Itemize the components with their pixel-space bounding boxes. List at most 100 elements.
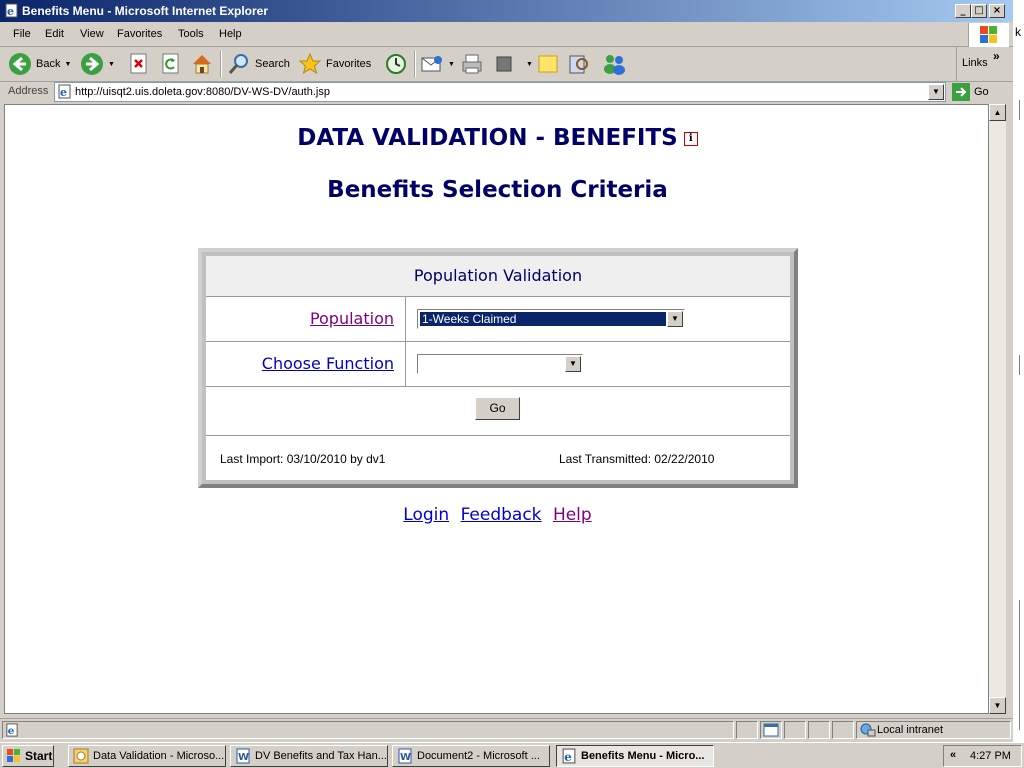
messenger-icon: [604, 55, 625, 75]
background-window-edge: k: [1013, 0, 1024, 742]
mail-dropdown-icon[interactable]: ▼: [448, 61, 455, 68]
address-input[interactable]: e http://uisqt2.uis.doleta.gov:8080/DV-W…: [54, 82, 946, 102]
population-link[interactable]: Population: [310, 309, 394, 328]
forward-dropdown-icon[interactable]: ▼: [108, 61, 115, 68]
minimize-button[interactable]: _: [955, 4, 971, 18]
discuss-button[interactable]: [536, 51, 560, 77]
scroll-up-icon[interactable]: ▲: [989, 104, 1006, 121]
links-label: Links: [962, 57, 988, 69]
menu-view[interactable]: View: [80, 28, 104, 40]
history-icon: [386, 54, 406, 74]
edit-button[interactable]: ▼: [494, 51, 533, 77]
status-text-cell: e: [2, 721, 734, 739]
status-blank-cell: [808, 721, 830, 739]
feedback-link[interactable]: Feedback: [461, 505, 542, 525]
windows-logo-icon: [980, 26, 997, 43]
taskbar-item-document2[interactable]: W Document2 - Microsoft ...: [392, 745, 550, 767]
status-progress-cell: [736, 721, 758, 739]
history-button[interactable]: [384, 51, 408, 77]
back-dropdown-icon[interactable]: ▼: [64, 61, 71, 68]
search-button[interactable]: Search: [227, 51, 290, 77]
status-page-cell: [760, 721, 782, 739]
info-icon[interactable]: i: [683, 131, 698, 146]
forward-button[interactable]: ▼: [80, 51, 115, 77]
title-bar[interactable]: e Benefits Menu - Microsoft Internet Exp…: [0, 0, 1013, 22]
address-label: Address: [8, 85, 49, 97]
population-select[interactable]: 1-Weeks Claimed ▼: [417, 309, 685, 329]
maximize-button[interactable]: □: [971, 4, 987, 18]
menu-tools[interactable]: Tools: [178, 28, 204, 40]
edit-dropdown-icon[interactable]: ▼: [526, 61, 533, 68]
ie-window: e Benefits Menu - Microsoft Internet Exp…: [0, 0, 1013, 742]
taskbar-item-dv-benefits[interactable]: W DV Benefits and Tax Han...: [230, 745, 388, 767]
back-button[interactable]: Back ▼: [8, 51, 71, 77]
search-magnifier-icon: [228, 54, 248, 74]
vertical-scrollbar[interactable]: ▲ ▼: [989, 104, 1006, 714]
help-link[interactable]: Help: [553, 505, 592, 525]
taskbar-item-benefits-menu[interactable]: e Benefits Menu - Micro...: [556, 745, 714, 767]
menu-edit[interactable]: Edit: [45, 28, 64, 40]
go-arrow-icon: [952, 83, 970, 101]
svg-text:e: e: [8, 725, 15, 737]
function-select[interactable]: ▼: [417, 354, 583, 374]
status-blank-cell: [784, 721, 806, 739]
svg-text:W: W: [400, 752, 411, 763]
search-label: Search: [255, 58, 290, 70]
print-button[interactable]: [460, 51, 484, 77]
taskbar-item-label: Data Validation - Microso...: [93, 750, 225, 762]
research-button[interactable]: [567, 51, 591, 77]
mail-button[interactable]: ▼: [420, 51, 455, 77]
status-blank-cell: [832, 721, 854, 739]
word-document-icon: W: [398, 748, 412, 764]
taskbar-item-label: DV Benefits and Tax Han...: [255, 750, 387, 762]
window-title: Benefits Menu - Microsoft Internet Explo…: [22, 4, 269, 18]
system-tray: « 4:27 PM: [943, 745, 1022, 767]
word-document-icon: W: [236, 748, 250, 764]
address-go-button[interactable]: Go: [952, 83, 989, 101]
clock: 4:27 PM: [970, 750, 1011, 762]
status-bar: e Local intranet: [0, 718, 1013, 741]
links-chevron-icon[interactable]: »: [993, 49, 1000, 63]
svg-text:e: e: [7, 5, 14, 18]
population-dropdown-icon[interactable]: ▼: [667, 311, 683, 327]
go-button[interactable]: Go: [475, 397, 520, 420]
taskbar-item-label: Benefits Menu - Micro...: [581, 750, 705, 762]
go-label: Go: [974, 86, 989, 98]
page-title-text: DATA VALIDATION - BENEFITS: [297, 125, 678, 151]
taskbar: Start Data Validation - Microso... W DV …: [0, 742, 1024, 768]
home-button[interactable]: [190, 51, 214, 77]
menu-file[interactable]: File: [13, 28, 31, 40]
scroll-down-icon[interactable]: ▼: [989, 697, 1006, 714]
svg-text:W: W: [238, 752, 249, 763]
login-link[interactable]: Login: [403, 505, 449, 525]
windows-throbber: [968, 23, 1009, 47]
favorites-button[interactable]: Favorites: [298, 51, 371, 77]
messenger-button[interactable]: [601, 51, 627, 77]
menu-favorites[interactable]: Favorites: [117, 28, 162, 40]
home-icon: [193, 55, 211, 74]
page-layout-icon: [763, 723, 779, 737]
population-row: Population 1-Weeks Claimed ▼: [206, 297, 790, 342]
address-dropdown-icon[interactable]: ▼: [928, 84, 944, 100]
refresh-button[interactable]: [160, 51, 182, 77]
close-button[interactable]: ×: [989, 4, 1005, 18]
start-button[interactable]: Start: [2, 745, 54, 767]
tray-expand-icon[interactable]: «: [950, 749, 956, 761]
svg-text:e: e: [564, 750, 571, 764]
toolbar-separator: [414, 51, 416, 77]
links-toolbar[interactable]: Links »: [956, 47, 1014, 81]
menu-help[interactable]: Help: [219, 28, 242, 40]
choose-function-link[interactable]: Choose Function: [262, 354, 394, 373]
ie-page-icon: e: [58, 84, 71, 99]
ie-page-icon: e: [5, 3, 18, 18]
address-url: http://uisqt2.uis.doleta.gov:8080/DV-WS-…: [75, 86, 330, 98]
toolbar-separator: [220, 51, 222, 77]
ie-page-icon: e: [562, 748, 576, 764]
function-selected-value: [420, 357, 424, 371]
stop-button[interactable]: [128, 51, 150, 77]
favorites-star-icon: [298, 52, 322, 75]
go-row: Go: [206, 387, 790, 436]
function-dropdown-icon[interactable]: ▼: [565, 356, 581, 372]
research-icon: [569, 55, 588, 74]
taskbar-item-data-validation[interactable]: Data Validation - Microso...: [68, 745, 226, 767]
